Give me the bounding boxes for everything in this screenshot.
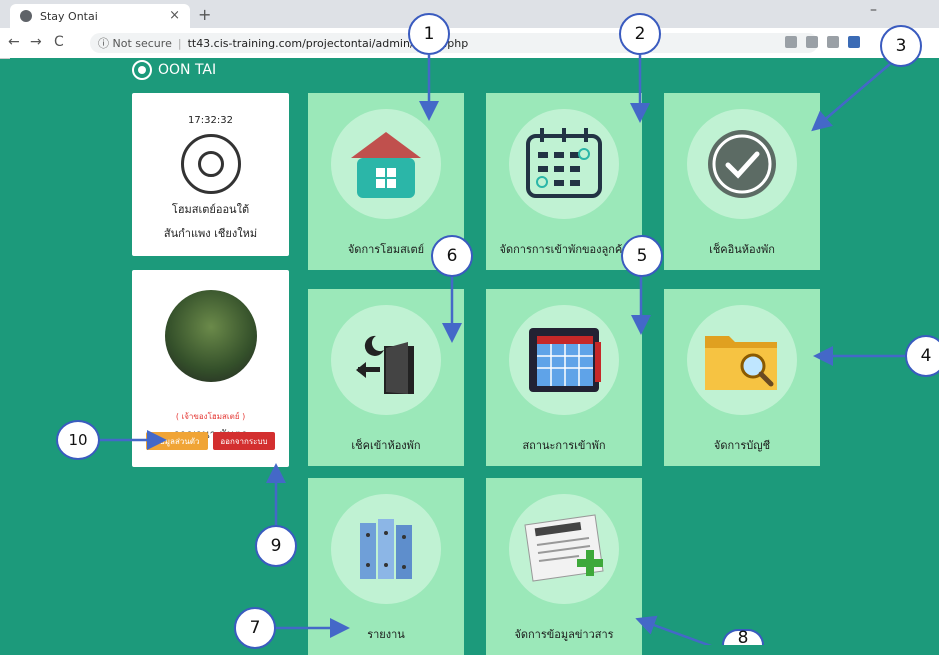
callout-8: 8 xyxy=(722,628,764,648)
callout-6: 6 xyxy=(431,235,473,277)
callout-2: 2 xyxy=(619,13,661,55)
callout-4: 4 xyxy=(905,335,939,377)
callout-7: 7 xyxy=(234,607,276,649)
callout-3: 3 xyxy=(880,25,922,67)
callout-5: 5 xyxy=(621,235,663,277)
callout-1: 1 xyxy=(408,13,450,55)
callout-9: 9 xyxy=(255,525,297,567)
annotation-arrows xyxy=(98,55,905,645)
callout-10: 10 xyxy=(56,420,100,460)
